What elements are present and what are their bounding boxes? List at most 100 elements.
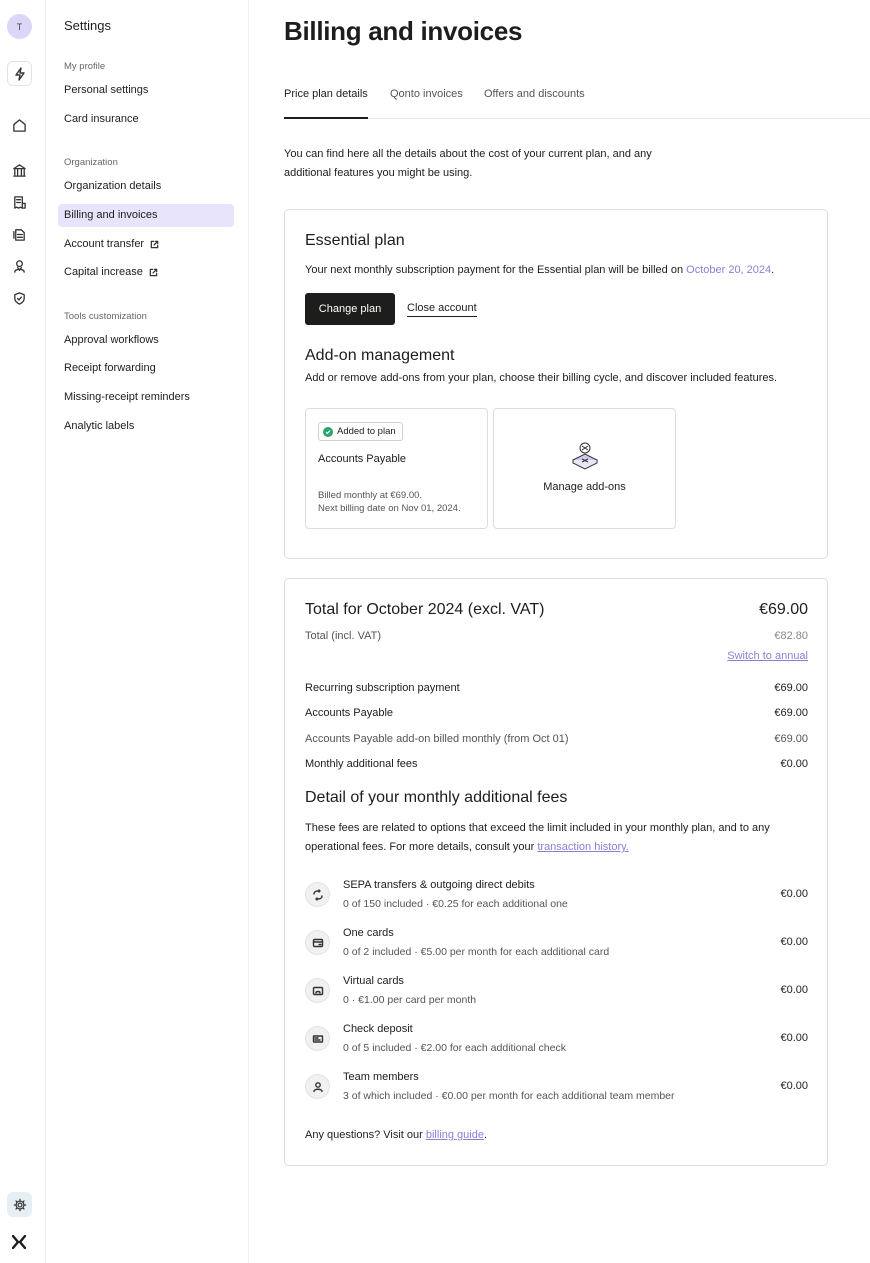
nav-item-label: Receipt forwarding [64, 362, 156, 374]
nav-item-missing-receipt-reminders[interactable]: Missing-receipt reminders [58, 386, 234, 409]
fee-row: Check deposit 0 of 5 included · €2.00 fo… [305, 1023, 808, 1057]
fee-row: Team members 3 of which included · €0.00… [305, 1071, 808, 1105]
nav-item-receipt-forwarding[interactable]: Receipt forwarding [58, 357, 234, 380]
line-value: €69.00 [774, 707, 808, 719]
manage-addons-card[interactable]: Manage add-ons [493, 408, 676, 529]
settings-title: Settings [64, 18, 111, 33]
nav-item-label: Capital increase [64, 266, 143, 278]
fee-value: €0.00 [780, 984, 808, 996]
nav-item-label: Card insurance [64, 113, 139, 125]
change-plan-button[interactable]: Change plan [305, 293, 395, 325]
nav-item-approval-workflows[interactable]: Approval workflows [58, 329, 234, 352]
fee-description: 0 of 5 included · €2.00 for each additio… [343, 1042, 566, 1054]
addons-illustration-icon [571, 442, 599, 470]
bank-icon[interactable] [10, 161, 28, 179]
tab-offers-and-discounts[interactable]: Offers and discounts [484, 84, 585, 119]
team-icon[interactable] [10, 257, 28, 275]
line-item: Recurring subscription payment €69.00 [305, 682, 808, 694]
close-account-button[interactable]: Close account [407, 293, 477, 325]
fee-row: SEPA transfers & outgoing direct debits … [305, 879, 808, 913]
documents-icon[interactable] [10, 225, 28, 243]
fee-name: SEPA transfers & outgoing direct debits [343, 879, 535, 891]
addon-description: Add or remove add-ons from your plan, ch… [305, 372, 778, 384]
shield-icon[interactable] [10, 289, 28, 307]
nav-item-label: Approval workflows [64, 334, 159, 346]
qonto-logo[interactable] [10, 1233, 28, 1251]
card-icon [305, 930, 330, 955]
questions-prefix: Any questions? Visit our [305, 1129, 426, 1141]
nav-item-personal-settings[interactable]: Personal settings [58, 79, 234, 102]
virtual-card-icon [305, 978, 330, 1003]
line-item: Accounts Payable add-on billed monthly (… [305, 733, 808, 745]
external-link-icon [149, 268, 158, 277]
plan-desc-suffix: . [771, 264, 775, 276]
close-account-label: Close account [407, 302, 477, 317]
plan-description: Your next monthly subscription payment f… [305, 264, 774, 276]
addon-title: Add-on management [305, 347, 455, 364]
fee-value: €0.00 [780, 1080, 808, 1092]
nav-item-card-insurance[interactable]: Card insurance [58, 108, 234, 131]
detail-desc-text: operational fees. For more details, cons… [305, 841, 538, 853]
gear-icon[interactable] [7, 1192, 32, 1217]
plan-card: Essential plan Your next monthly subscri… [284, 209, 828, 559]
line-value: €0.00 [780, 758, 808, 770]
plan-desc-prefix: Your next monthly subscription payment f… [305, 264, 687, 276]
nav-item-label: Organization details [64, 180, 162, 192]
total-incl-vat-row: Total (incl. VAT) €82.80 [305, 630, 808, 642]
addon-name: Accounts Payable [318, 453, 407, 465]
line-label: Monthly additional fees [305, 758, 418, 770]
nav-item-billing-and-invoices[interactable]: Billing and invoices [58, 204, 234, 227]
line-value: €69.00 [774, 682, 808, 694]
fee-name: Team members [343, 1071, 419, 1083]
detail-title: Detail of your monthly additional fees [305, 789, 568, 806]
user-icon [305, 1074, 330, 1099]
nav-item-capital-increase[interactable]: Capital increase [58, 261, 234, 284]
nav-item-account-transfer[interactable]: Account transfer [58, 233, 234, 256]
billing-guide-link[interactable]: billing guide [426, 1129, 484, 1141]
line-label: Accounts Payable [305, 707, 394, 719]
total-incl-amount: €82.80 [774, 630, 808, 642]
avatar[interactable]: T [7, 14, 32, 39]
addon-billing-line: Next billing date on Nov 01, 2024. [318, 503, 461, 514]
nav-item-analytic-labels[interactable]: Analytic labels [58, 415, 234, 438]
total-title: Total for October 2024 (excl. VAT) [305, 601, 545, 618]
status-badge: Added to plan [318, 422, 403, 441]
switch-to-annual-link[interactable]: Switch to annual [727, 650, 808, 662]
bolt-icon[interactable] [7, 61, 32, 86]
questions-text: Any questions? Visit our billing guide. [305, 1129, 487, 1141]
manage-addons-label: Manage add-ons [543, 481, 626, 493]
total-header: Total for October 2024 (excl. VAT) €69.0… [305, 601, 808, 619]
home-icon[interactable] [10, 116, 28, 134]
settings-nav: Settings My profile Personal settings Ca… [46, 0, 249, 1263]
tab-qonto-invoices[interactable]: Qonto invoices [390, 84, 463, 119]
transaction-history-link[interactable]: transaction history. [537, 841, 629, 853]
addon-billing-info: Billed monthly at €69.00. Next billing d… [318, 489, 461, 515]
line-item: Monthly additional fees €0.00 [305, 758, 808, 770]
external-link-icon [150, 240, 159, 249]
nav-item-label: Account transfer [64, 238, 145, 250]
line-value: €69.00 [774, 733, 808, 745]
fee-description: 0 · €1.00 per card per month [343, 994, 477, 1006]
intro-text: You can find here all the details about … [284, 148, 652, 179]
page-title: Billing and invoices [284, 16, 523, 46]
check-circle-icon [323, 426, 333, 437]
badge-label: Added to plan [337, 426, 396, 437]
addon-billing-line: Billed monthly at €69.00. [318, 490, 423, 501]
tab-price-plan-details[interactable]: Price plan details [284, 84, 368, 119]
questions-suffix: . [483, 1129, 488, 1141]
fee-name: Virtual cards [343, 975, 404, 987]
nav-item-label: Missing-receipt reminders [64, 391, 190, 403]
nav-item-organization-details[interactable]: Organization details [58, 175, 234, 198]
billing-date: October 20, 2024 [686, 264, 772, 276]
fee-value: €0.00 [780, 1032, 808, 1044]
check-icon [305, 1026, 330, 1051]
addon-card-accounts-payable[interactable]: Added to plan Accounts Payable Billed mo… [305, 408, 488, 529]
receipt-icon[interactable] [10, 193, 28, 211]
nav-item-label: Analytic labels [64, 420, 135, 432]
fee-value: €0.00 [780, 888, 808, 900]
switch-row: Switch to annual [305, 650, 808, 662]
group-label-tools-customization: Tools customization [64, 311, 147, 322]
fee-row: One cards 0 of 2 included · €5.00 per mo… [305, 927, 808, 961]
fee-row: Virtual cards 0 · €1.00 per card per mon… [305, 975, 808, 1009]
plan-title: Essential plan [305, 232, 405, 249]
